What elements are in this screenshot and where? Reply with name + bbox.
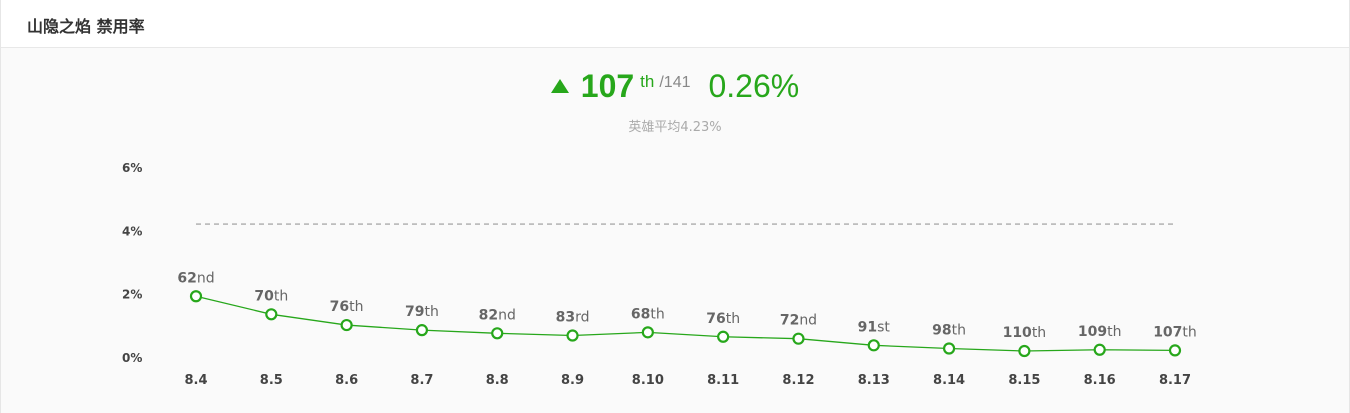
data-point[interactable] (867, 339, 880, 352)
x-tick-label: 8.5 (260, 373, 283, 388)
rank-label: 98th (932, 323, 966, 339)
data-point[interactable] (189, 290, 203, 303)
rank-label: 72nd (780, 313, 817, 329)
rank-label: 68th (631, 306, 665, 322)
data-point[interactable] (942, 342, 956, 355)
x-tick-label: 8.14 (933, 373, 965, 388)
rank-label: 79th (405, 304, 439, 320)
rank-label: 62nd (177, 270, 214, 286)
x-tick-label: 8.12 (782, 373, 814, 388)
x-axis: 8.4 8.5 8.6 8.7 8.8 8.9 8.10 8.11 8.12 8.13 8.14 8.… (184, 373, 1191, 388)
rank-label: 82nd (479, 307, 516, 323)
data-point[interactable] (415, 324, 429, 337)
x-tick-label: 8.8 (486, 373, 509, 388)
rank-label: 70th (254, 288, 288, 304)
y-tick-label: 2% (122, 288, 142, 302)
rank-label: 110th (1003, 325, 1047, 341)
x-tick-label: 8.9 (561, 373, 584, 388)
rank-label: 76th (706, 311, 740, 327)
data-point[interactable] (1018, 344, 1031, 358)
data-point[interactable] (340, 318, 353, 332)
x-tick-label: 8.17 (1159, 373, 1191, 388)
x-tick-label: 8.10 (632, 373, 664, 388)
data-point[interactable] (566, 329, 579, 342)
x-tick-label: 8.16 (1084, 373, 1116, 388)
labels-layer: 62nd 70th 76th 79th 82nd 83rd 68th 76th 72nd 91st… (177, 270, 1196, 341)
data-point[interactable] (265, 308, 278, 321)
y-tick-label: 6% (122, 161, 142, 175)
data-point[interactable] (717, 330, 730, 343)
rank-label: 83rd (556, 310, 590, 326)
x-tick-label: 8.15 (1008, 373, 1040, 388)
rank-label: 76th (330, 299, 364, 315)
y-tick-label: 0% (122, 351, 142, 365)
x-tick-label: 8.4 (184, 373, 207, 388)
y-tick-label: 4% (122, 224, 142, 238)
x-tick-label: 8.6 (335, 373, 358, 388)
data-point[interactable] (1168, 344, 1182, 357)
rank-label: 107th (1153, 324, 1197, 340)
rank-label: 91st (858, 319, 891, 335)
rank-label: 109th (1078, 324, 1122, 340)
x-tick-label: 8.11 (707, 373, 739, 388)
x-tick-label: 8.7 (410, 373, 433, 388)
data-point[interactable] (491, 327, 504, 340)
data-point[interactable] (792, 332, 805, 345)
x-tick-label: 8.13 (858, 373, 890, 388)
data-point[interactable] (1093, 343, 1106, 356)
y-axis: 0% 2% 4% 6% (122, 161, 142, 365)
ban-rate-chart: 0%2%4%6% 8.4 8.5 8.6 8.7 8.8 8.9 8.10 8.11 8.12 8… (122, 161, 1197, 388)
data-point[interactable] (641, 326, 654, 339)
